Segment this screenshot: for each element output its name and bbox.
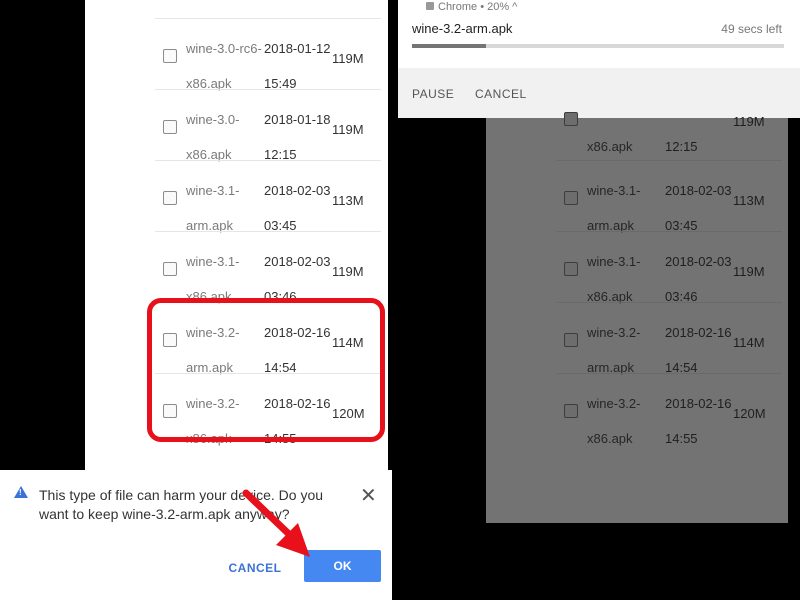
file-checkbox[interactable] — [163, 49, 177, 63]
notification-file-name: wine-3.2-arm.apk — [412, 21, 513, 36]
file-checkbox[interactable] — [564, 112, 578, 126]
file-size: 120M — [733, 406, 766, 421]
pause-button[interactable]: PAUSE — [412, 87, 454, 101]
file-row[interactable]: x86.apk 12:15 119M — [556, 82, 782, 154]
file-size: 119M — [733, 264, 765, 279]
file-row[interactable]: wine-3.2- arm.apk 2018-02-16 14:54 114M — [556, 302, 782, 375]
file-name: wine-3.2- x86.apk — [587, 396, 641, 446]
file-name: x86.apk — [587, 139, 633, 154]
file-row[interactable]: wine-3.1- arm.apk 2018-02-03 03:45 113M — [155, 160, 381, 233]
file-size: 119M — [332, 264, 364, 279]
right-panel: Chrome • 20% ^ wine-3.2-arm.apk 49 secs … — [398, 0, 800, 600]
file-row[interactable]: wine-3.1- arm.apk 2018-02-03 03:45 113M — [556, 160, 782, 233]
file-list-page-dimmed: x86.apk 12:15 119M wine-3.1- arm.apk 201… — [486, 112, 788, 523]
highlight-box — [147, 298, 385, 442]
red-arrow-icon — [242, 489, 310, 557]
download-progress-bar — [412, 44, 784, 48]
file-checkbox[interactable] — [564, 404, 578, 418]
file-checkbox[interactable] — [564, 262, 578, 276]
file-size: 119M — [332, 51, 364, 66]
file-checkbox[interactable] — [163, 262, 177, 276]
file-checkbox[interactable] — [564, 191, 578, 205]
screenshot-stage: wine-3.0-rc6- x86.apk 2018-01-12 15:49 1… — [0, 0, 800, 600]
file-size: 113M — [332, 193, 364, 208]
file-checkbox[interactable] — [163, 191, 177, 205]
file-row[interactable]: wine-3.0- x86.apk 2018-01-18 12:15 119M — [155, 89, 381, 162]
file-date: 12:15 — [665, 139, 698, 154]
file-size: 119M — [332, 122, 364, 137]
file-date: 2018-02-16 14:55 — [665, 396, 732, 446]
file-row[interactable]: wine-3.1- x86.apk 2018-02-03 03:46 119M — [155, 231, 381, 304]
file-row[interactable]: wine-3.1- x86.apk 2018-02-03 03:46 119M — [556, 231, 782, 304]
notification-header: Chrome • 20% ^ — [426, 1, 517, 13]
cancel-download-button[interactable]: CANCEL — [475, 87, 527, 101]
file-row[interactable]: wine-3.2- x86.apk 2018-02-16 14:55 120M — [556, 373, 782, 446]
download-warning-dialog: ! This type of file can harm your device… — [0, 470, 392, 600]
download-progress-fill — [412, 44, 487, 48]
chrome-icon — [426, 2, 434, 10]
file-checkbox[interactable] — [163, 120, 177, 134]
left-panel: wine-3.0-rc6- x86.apk 2018-01-12 15:49 1… — [0, 0, 392, 600]
warning-icon: ! — [14, 486, 28, 498]
notification-time-left: 49 secs left — [721, 22, 782, 36]
file-size: 114M — [733, 335, 765, 350]
file-row[interactable]: wine-3.0-rc6- x86.apk 2018-01-12 15:49 1… — [155, 18, 381, 91]
close-icon[interactable]: ✕ — [360, 486, 377, 506]
file-size: 113M — [733, 193, 765, 208]
notification-app: Chrome — [438, 1, 478, 13]
notification-status: • 20% ^ — [480, 1, 518, 13]
file-size: 119M — [733, 114, 765, 129]
file-checkbox[interactable] — [564, 333, 578, 347]
